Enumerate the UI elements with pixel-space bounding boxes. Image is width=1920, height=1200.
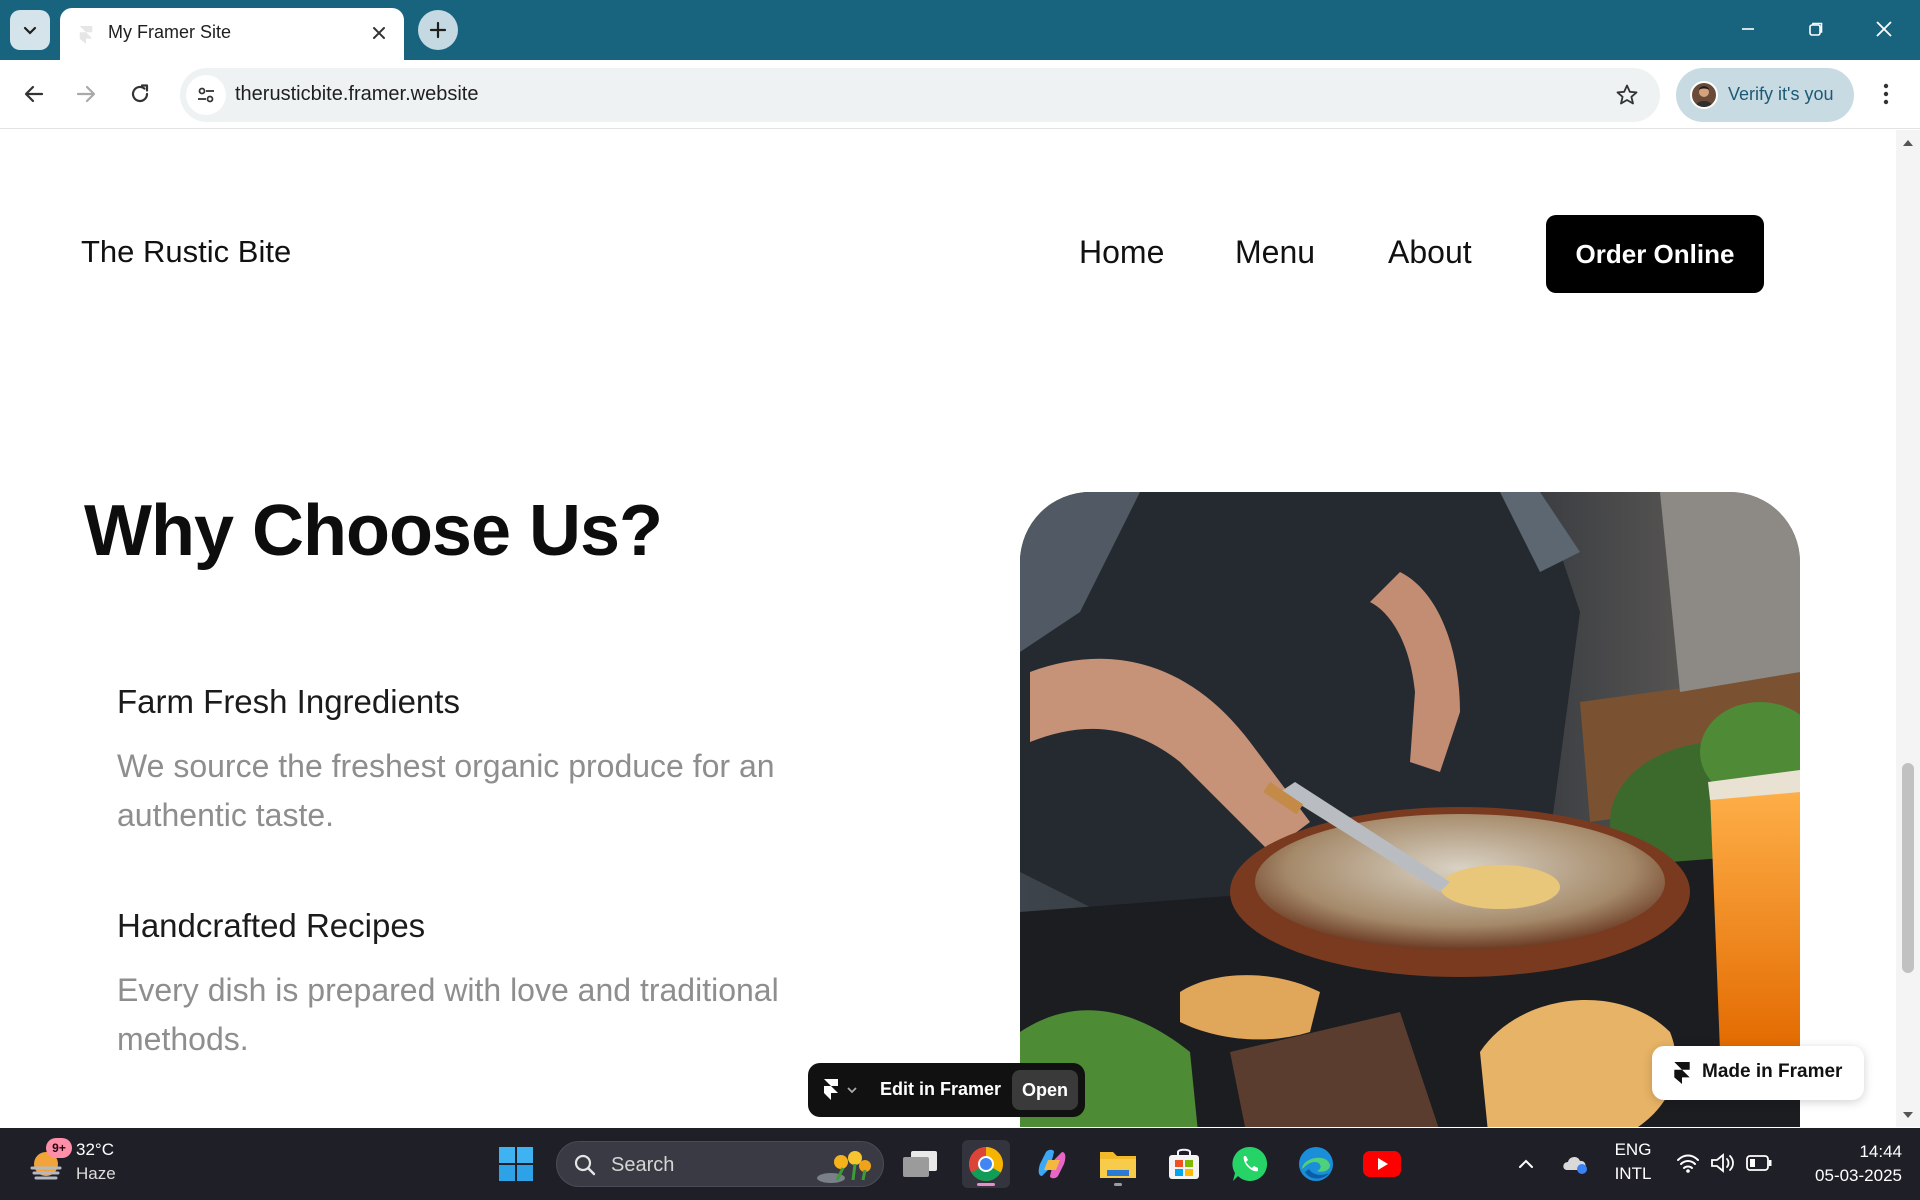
browser-menu-button[interactable] xyxy=(1866,74,1906,114)
browser-toolbar: therusticbite.framer.website Verify it's… xyxy=(0,60,1920,129)
made-in-framer-badge[interactable]: Made in Framer xyxy=(1652,1046,1864,1100)
onedrive-cloud-icon[interactable] xyxy=(1560,1150,1590,1176)
flowers-search-highlight-icon xyxy=(817,1151,871,1183)
task-view-icon xyxy=(903,1151,937,1177)
copilot-icon xyxy=(1038,1149,1066,1179)
whatsapp-icon xyxy=(1232,1146,1268,1181)
scroll-up-icon[interactable] xyxy=(1902,138,1914,148)
page-viewport: The Rustic Bite Home Menu About Order On… xyxy=(0,130,1896,1127)
restore-icon xyxy=(1809,22,1823,36)
page-scrollbar[interactable] xyxy=(1896,130,1920,1127)
windows-taskbar: 9+ 32°C Haze Search ENG INTL 14:44 05-03… xyxy=(0,1128,1920,1200)
chef-cooking-image xyxy=(1020,492,1800,1127)
nav-link-about[interactable]: About xyxy=(1388,234,1472,271)
taskbar-chrome[interactable] xyxy=(962,1140,1010,1188)
star-icon xyxy=(1616,84,1638,105)
site-brand[interactable]: The Rustic Bite xyxy=(81,234,291,270)
browser-tab-bar: My Framer Site xyxy=(0,0,1920,60)
store-icon xyxy=(1169,1148,1199,1179)
nav-link-menu[interactable]: Menu xyxy=(1235,234,1315,271)
close-window-button[interactable] xyxy=(1856,6,1912,52)
chevron-down-icon xyxy=(23,26,37,35)
active-indicator xyxy=(977,1183,995,1186)
page-title: Why Choose Us? xyxy=(84,491,663,571)
weather-temperature: 32°C xyxy=(76,1140,114,1159)
minimize-button[interactable] xyxy=(1720,6,1776,52)
open-in-framer-button[interactable]: Open xyxy=(1012,1070,1078,1110)
tab-title: My Framer Site xyxy=(108,22,232,42)
bookmark-button[interactable] xyxy=(1612,80,1642,110)
profile-verify-button[interactable]: Verify it's you xyxy=(1676,68,1854,122)
reload-button[interactable] xyxy=(120,74,160,114)
tab-close-button[interactable] xyxy=(366,20,392,46)
feature-desc-farm-fresh: We source the freshest organic produce f… xyxy=(117,748,775,833)
restore-button[interactable] xyxy=(1788,6,1844,52)
search-icon xyxy=(574,1154,596,1176)
new-tab-button[interactable] xyxy=(418,10,458,50)
taskbar-youtube[interactable] xyxy=(1358,1140,1406,1188)
chevron-up-icon[interactable] xyxy=(1516,1154,1536,1174)
order-online-button[interactable]: Order Online xyxy=(1546,215,1764,293)
scroll-thumb[interactable] xyxy=(1902,763,1914,973)
volume-icon[interactable] xyxy=(1710,1152,1736,1174)
taskbar-file-explorer[interactable] xyxy=(1094,1140,1142,1188)
notification-badge: 9+ xyxy=(46,1138,72,1158)
scroll-down-icon[interactable] xyxy=(1902,1110,1914,1120)
taskbar-search[interactable]: Search xyxy=(556,1141,884,1187)
close-icon xyxy=(373,27,385,39)
framer-favicon-icon xyxy=(79,26,93,44)
input-language-bottom[interactable]: INTL xyxy=(1610,1164,1656,1184)
feature-title-farm-fresh: Farm Fresh Ingredients xyxy=(117,683,460,720)
feature-title-handcrafted: Handcrafted Recipes xyxy=(117,907,426,944)
minimize-icon xyxy=(1742,28,1754,30)
avatar xyxy=(1690,81,1718,109)
youtube-icon xyxy=(1363,1151,1401,1177)
taskbar-copilot[interactable] xyxy=(1028,1140,1076,1188)
taskbar-microsoft-store[interactable] xyxy=(1160,1140,1208,1188)
edit-in-framer-button[interactable]: Edit in Framer xyxy=(880,1079,1001,1100)
taskbar-whatsapp[interactable] xyxy=(1226,1140,1274,1188)
folder-icon xyxy=(1100,1152,1136,1178)
profile-label: Verify it's you xyxy=(1728,84,1834,104)
clock-date: 05-03-2025 xyxy=(1815,1166,1902,1185)
nav-link-home[interactable]: Home xyxy=(1079,234,1164,271)
arrow-left-icon xyxy=(24,85,44,103)
close-icon xyxy=(1876,21,1892,37)
search-label: Search xyxy=(611,1154,675,1176)
reload-icon xyxy=(131,84,149,103)
framer-edit-bar: Edit in Framer Open xyxy=(808,1063,1085,1117)
taskbar-clock[interactable]: 14:44 05-03-2025 xyxy=(1782,1140,1902,1188)
taskbar-task-view[interactable] xyxy=(896,1140,944,1188)
weather-condition: Haze xyxy=(76,1164,116,1183)
taskbar-edge[interactable] xyxy=(1292,1140,1340,1188)
forward-button[interactable] xyxy=(66,74,106,114)
chrome-icon xyxy=(969,1147,1003,1181)
framer-logo-icon[interactable] xyxy=(824,1079,860,1101)
made-in-framer-label: Made in Framer xyxy=(1702,1061,1843,1082)
plus-icon xyxy=(429,21,447,39)
tab-search-button[interactable] xyxy=(10,10,50,50)
address-bar[interactable]: therusticbite.framer.website xyxy=(180,68,1660,122)
url-text: therusticbite.framer.website xyxy=(235,83,479,105)
input-language-top[interactable]: ENG xyxy=(1610,1140,1656,1160)
battery-icon[interactable] xyxy=(1746,1154,1772,1172)
arrow-right-icon xyxy=(76,85,96,103)
open-indicator xyxy=(1114,1183,1122,1186)
browser-tab[interactable]: My Framer Site xyxy=(60,8,404,60)
site-info-button[interactable] xyxy=(186,75,226,115)
wifi-icon[interactable] xyxy=(1676,1152,1700,1174)
tune-icon xyxy=(198,87,214,103)
more-vertical-icon xyxy=(1883,83,1889,105)
back-button[interactable] xyxy=(14,74,54,114)
clock-time: 14:44 xyxy=(1859,1142,1902,1161)
framer-logo-icon xyxy=(1674,1062,1690,1084)
edge-icon xyxy=(1299,1147,1333,1181)
feature-desc-handcrafted: Every dish is prepared with love and tra… xyxy=(117,972,779,1057)
windows-start-icon[interactable] xyxy=(498,1146,534,1182)
